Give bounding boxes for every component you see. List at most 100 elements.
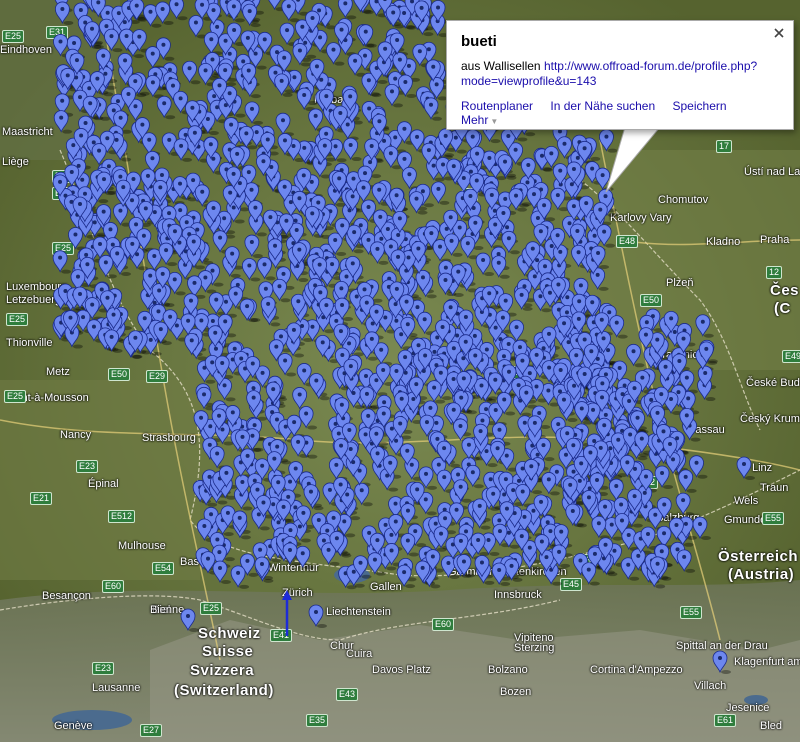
place-label: Nancy xyxy=(60,429,92,441)
road-shield: E50 xyxy=(108,368,131,381)
place-label: Maastricht xyxy=(2,126,53,138)
info-window-body: aus Wallisellen http://www.offroad-forum… xyxy=(461,59,781,89)
place-label: Gallen xyxy=(370,581,402,593)
place-label: Besançon xyxy=(42,590,91,602)
country-label: (Austria) xyxy=(728,566,795,583)
place-label: Épinal xyxy=(88,478,119,490)
country-label: (C xyxy=(774,300,791,317)
place-label: Strasbourg xyxy=(142,432,196,444)
road-shield: E29 xyxy=(146,370,169,383)
road-shield: E48 xyxy=(616,235,639,248)
place-label: Wels xyxy=(734,495,759,507)
place-label: Salzburg xyxy=(656,512,700,524)
info-window-title: bueti xyxy=(461,33,497,50)
road-shield: E27 xyxy=(140,724,163,737)
place-label: Winterthur xyxy=(268,562,319,574)
place-label: Strakonice xyxy=(652,349,704,361)
place-label: Metz xyxy=(46,366,70,378)
place-label: Garmisch-Partenkirchen xyxy=(448,566,567,578)
country-label: (Switzerland) xyxy=(174,682,274,699)
place-label: Praha xyxy=(760,234,790,246)
place-label: Korbach xyxy=(314,94,355,106)
road-shield: E25 xyxy=(52,242,75,255)
place-label: Cortina d'Ampezzo xyxy=(590,664,683,676)
road-shield: E50 xyxy=(640,294,663,307)
road-shield: E40 xyxy=(52,170,75,183)
place-label: Davos Platz xyxy=(372,664,431,676)
road-shield: E43 xyxy=(336,688,359,701)
place-label: Eindhoven xyxy=(0,44,52,56)
place-label: České Budějovice xyxy=(746,377,800,389)
country-label: Suisse xyxy=(202,643,254,660)
place-label: Cuira xyxy=(346,648,373,660)
country-label: Čes xyxy=(770,282,800,299)
road-shield: E42 xyxy=(52,187,75,200)
info-window-actions: Routenplaner In der Nähe suchen Speicher… xyxy=(461,99,793,127)
road-shield: E45 xyxy=(500,366,523,379)
place-label: Ústí nad Labem xyxy=(744,166,800,178)
selected-location-pointer xyxy=(282,590,292,636)
place-label: Plzeň xyxy=(666,277,694,289)
road-shield: E35 xyxy=(306,714,329,727)
search-nearby-link[interactable]: In der Nähe suchen xyxy=(550,99,655,113)
road-shield: 12 xyxy=(766,266,783,279)
road-shield: E25 xyxy=(200,602,223,615)
road-shield: E25 xyxy=(4,390,27,403)
road-shield: E23 xyxy=(76,460,99,473)
place-label: Liège xyxy=(2,156,29,168)
place-label: Bolzano xyxy=(488,664,528,676)
place-label: Klagenfurt am Wörthersee xyxy=(734,656,800,668)
place-label: Letzebuerg xyxy=(6,294,62,306)
place-label: Mulhouse xyxy=(118,540,166,552)
place-label: Lausanne xyxy=(92,682,141,694)
road-shield: E52 xyxy=(636,476,659,489)
place-label: Bled xyxy=(760,720,783,732)
place-label: Spittal an der Drau xyxy=(676,640,768,652)
road-shield: E49 xyxy=(782,350,800,363)
more-label[interactable]: Mehr xyxy=(461,113,488,127)
info-window[interactable]: bueti aus Wallisellen http://www.offroad… xyxy=(446,20,794,130)
place-label: Liechtenstein xyxy=(326,606,391,618)
road-shield: E55 xyxy=(762,512,785,525)
place-label: Traun xyxy=(760,482,789,494)
place-label: Karlovy Vary xyxy=(610,212,672,224)
place-label: Innsbruck xyxy=(494,589,542,601)
place-label: Thionville xyxy=(6,337,53,349)
road-shield: 17 xyxy=(716,140,733,153)
road-shield: 73 xyxy=(462,188,479,201)
origin-text: aus Wallisellen xyxy=(461,59,541,73)
road-shield: E54 xyxy=(152,562,175,575)
road-shield: E45 xyxy=(560,578,583,591)
route-planner-link[interactable]: Routenplaner xyxy=(461,99,533,113)
place-label: Genève xyxy=(54,720,93,732)
road-shield: E25 xyxy=(2,30,25,43)
place-label: Sterzing xyxy=(514,642,555,654)
close-icon[interactable] xyxy=(773,27,785,39)
place-label: Linz xyxy=(752,462,773,474)
road-shield: E25 xyxy=(6,313,29,326)
road-shield: E60 xyxy=(432,618,455,631)
country-label: Österreich xyxy=(718,548,799,565)
road-shield: E23 xyxy=(92,662,115,675)
chevron-down-icon: ▼ xyxy=(490,117,499,126)
road-shield: E55 xyxy=(680,606,703,619)
place-label: Villach xyxy=(694,680,727,692)
more-menu[interactable]: Mehr ▼ xyxy=(461,113,498,127)
place-label: Passau xyxy=(688,424,725,436)
road-shield: E512 xyxy=(108,510,136,523)
place-label: Luxembourg xyxy=(6,281,68,293)
country-label: Schweiz xyxy=(198,625,261,642)
save-link[interactable]: Speichern xyxy=(673,99,727,113)
road-shield: E61 xyxy=(714,714,737,727)
place-label: Kladno xyxy=(706,236,741,248)
road-shield: E21 xyxy=(30,492,53,505)
place-label: Český Krumlov xyxy=(740,413,800,425)
road-shield: 93 xyxy=(578,554,595,567)
place-label: Bozen xyxy=(500,686,532,698)
country-label: Svizzera xyxy=(190,662,255,679)
place-label: Bienne xyxy=(150,604,185,616)
road-shield: E60 xyxy=(102,580,125,593)
road-shield: E31 xyxy=(46,26,69,39)
place-label: Chomutov xyxy=(658,194,709,206)
place-label: Basel xyxy=(180,556,208,568)
